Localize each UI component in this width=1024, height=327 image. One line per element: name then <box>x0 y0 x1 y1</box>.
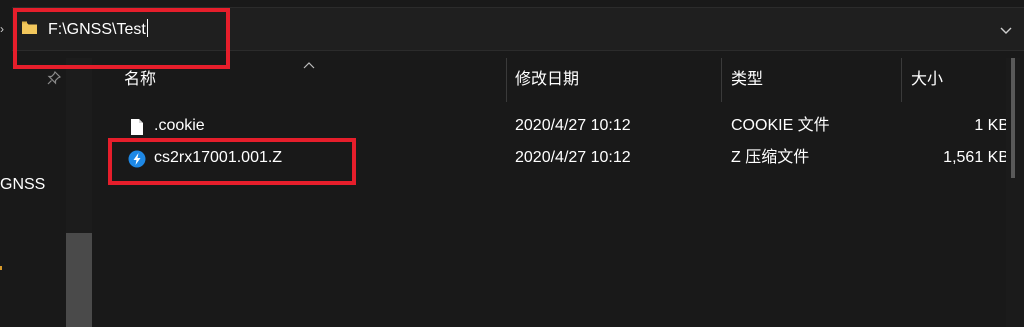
column-header-type[interactable]: 类型 <box>731 58 763 102</box>
nav-arrow-icon[interactable]: › <box>0 18 8 40</box>
chevron-down-icon[interactable] <box>996 20 1016 40</box>
blank-file-icon <box>131 119 143 135</box>
column-divider[interactable] <box>901 58 902 102</box>
nav-scrollbar-thumb[interactable] <box>66 233 92 327</box>
nav-item-label[interactable]: GNSS <box>0 176 45 194</box>
pin-icon[interactable] <box>47 71 61 85</box>
file-modified: 2020/4/27 10:12 <box>515 117 631 134</box>
nav-item-icon-fragment <box>0 266 2 270</box>
column-divider[interactable] <box>506 58 507 102</box>
file-type: Z 压缩文件 <box>731 149 810 166</box>
address-highlight-box <box>13 8 230 69</box>
file-highlight-box <box>108 138 356 185</box>
sort-ascending-icon <box>303 62 315 69</box>
list-scrollbar-thumb[interactable] <box>1011 58 1015 178</box>
column-divider[interactable] <box>721 58 722 102</box>
file-explorer-window: › F:\GNSS\Test GNSS 名称 修改日期 类型 大小 .cooki… <box>0 0 1024 327</box>
file-size: 1 KB <box>974 117 1009 134</box>
column-header-size[interactable]: 大小 <box>911 58 943 102</box>
file-modified: 2020/4/27 10:12 <box>515 149 631 166</box>
file-type: COOKIE 文件 <box>731 117 830 134</box>
navigation-pane: GNSS <box>0 58 96 327</box>
file-size: 1,561 KB <box>943 149 1009 166</box>
column-header-modified[interactable]: 修改日期 <box>515 58 579 102</box>
file-list: 名称 修改日期 类型 大小 .cookie 2020/4/27 10:12 CO… <box>96 58 1024 327</box>
